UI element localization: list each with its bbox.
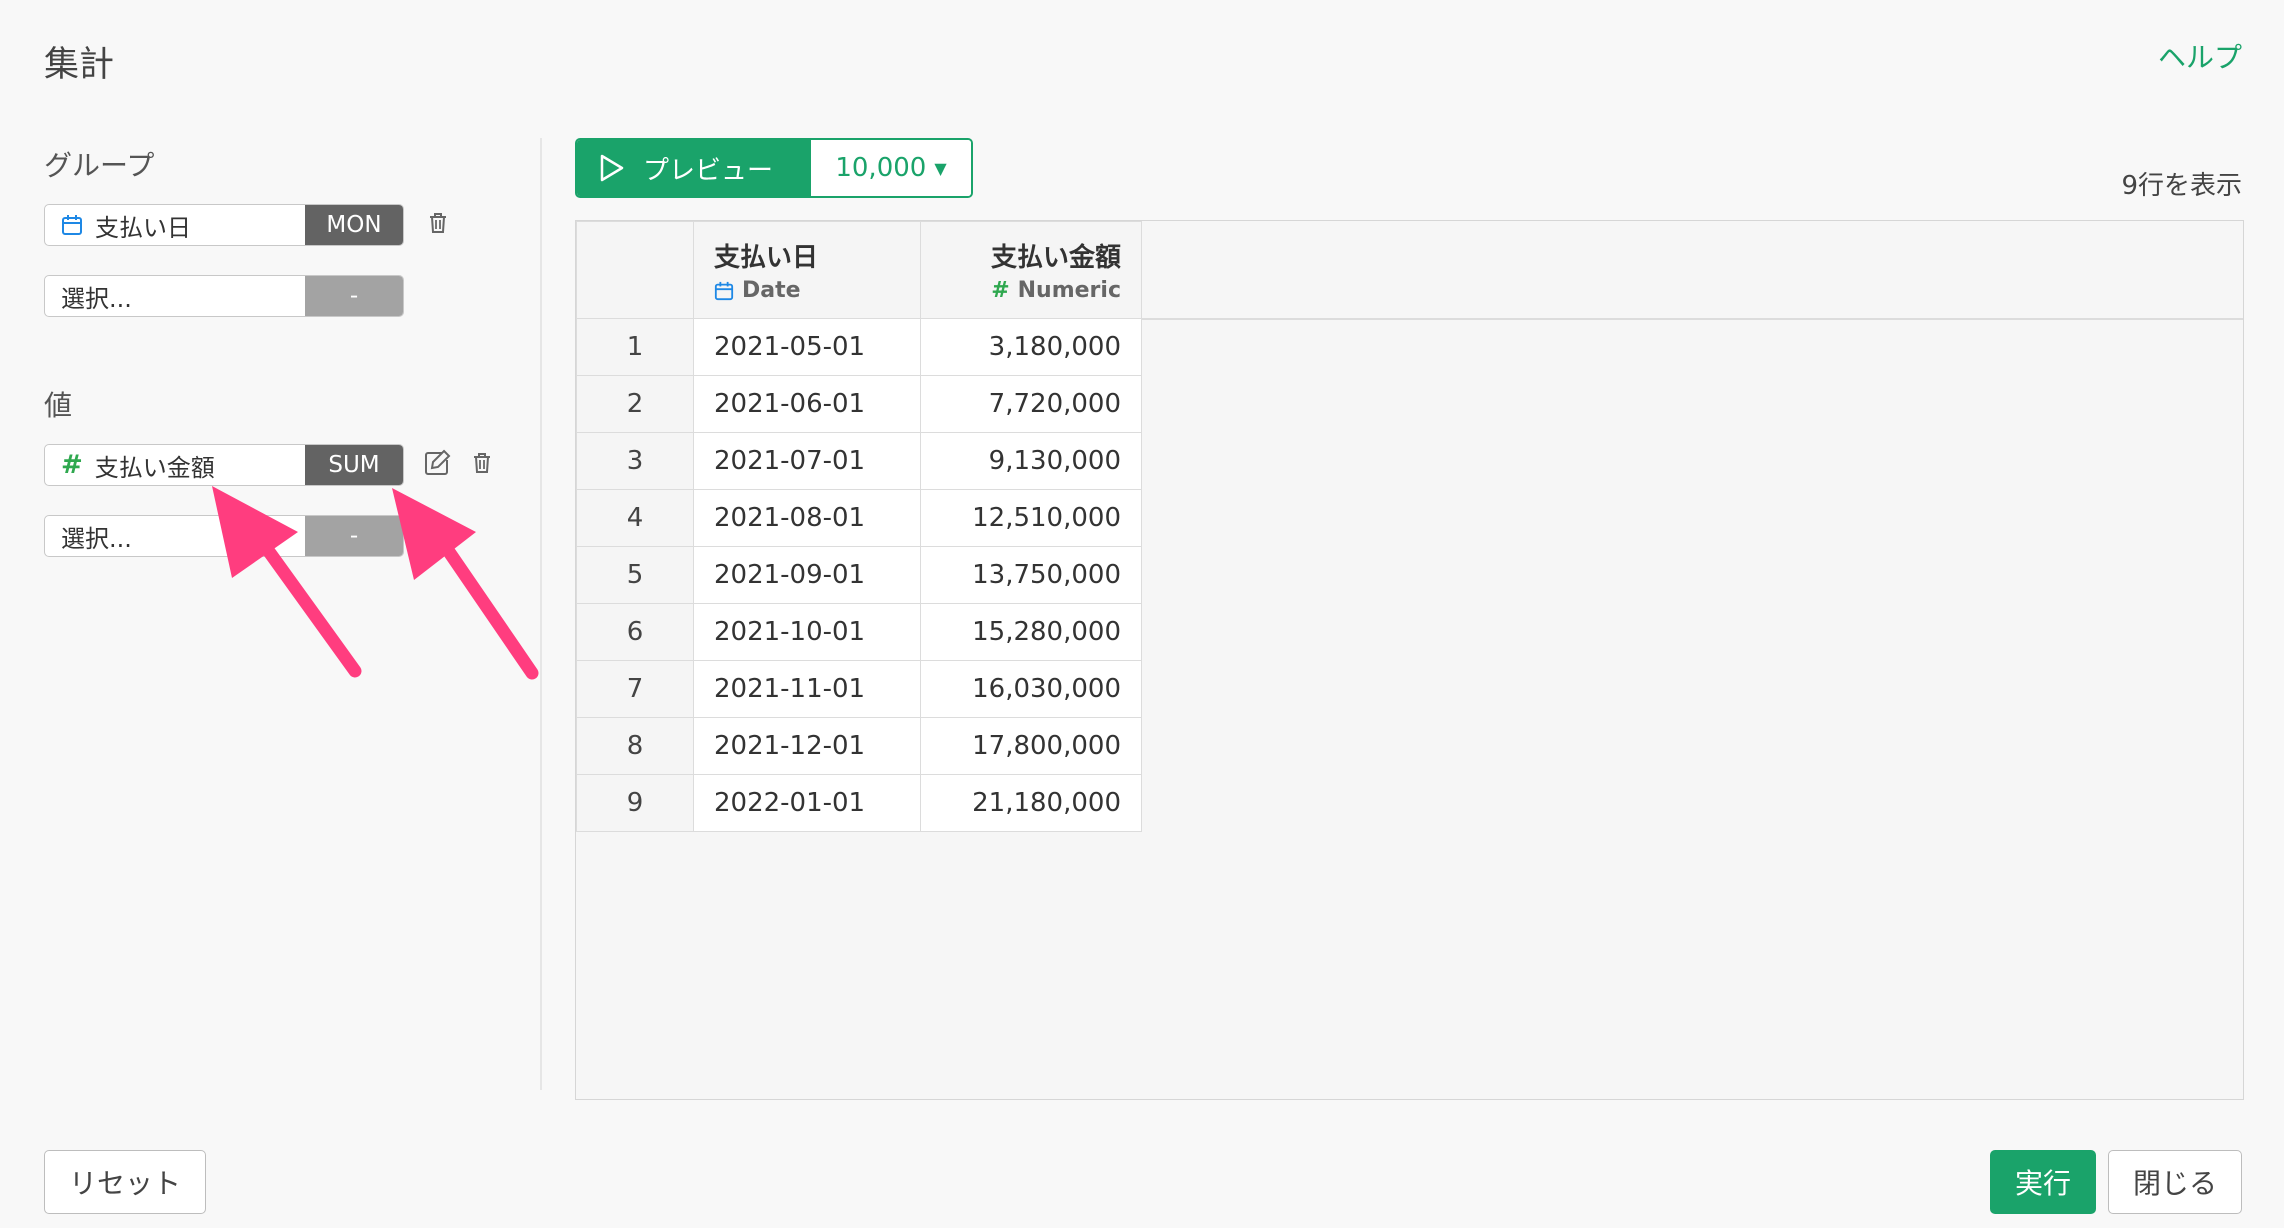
table-row: 2 2021-06-01 7,720,000: [576, 375, 1142, 433]
row-index: 1: [576, 318, 694, 376]
group-field-selector[interactable]: 支払い日 MON: [44, 204, 404, 246]
column-type: Date: [714, 278, 900, 303]
preview-button[interactable]: プレビュー: [577, 140, 811, 196]
group-section-label: グループ: [44, 149, 155, 182]
amount-cell: 13,750,000: [920, 546, 1142, 604]
panel-divider: [540, 138, 542, 1090]
annotation-arrow-field: [212, 486, 362, 678]
preview-rows-dropdown[interactable]: 10,000 ▼: [811, 140, 971, 196]
header-divider: [1024, 318, 2243, 320]
row-index: 8: [576, 717, 694, 775]
annotation-arrow-aggregation: [392, 488, 539, 680]
preview-rows-value: 10,000: [835, 153, 927, 183]
column-header-payment-amount[interactable]: 支払い金額 # Numeric: [920, 221, 1142, 319]
table-row: 3 2021-07-01 9,130,000: [576, 432, 1142, 490]
amount-cell: 16,030,000: [920, 660, 1142, 718]
preview-label: プレビュー: [643, 155, 774, 186]
column-header-payment-date[interactable]: 支払い日 Date: [693, 221, 921, 319]
value-select-placeholder: 選択...: [61, 524, 132, 553]
table-header-row: 支払い日 Date 支払い金額 # Numeric: [576, 221, 1142, 319]
group-aggregation-button[interactable]: MON: [305, 205, 403, 245]
row-index: 2: [576, 375, 694, 433]
table-row: 4 2021-08-01 12,510,000: [576, 489, 1142, 547]
group-select-placeholder: 選択...: [61, 284, 132, 313]
amount-cell: 21,180,000: [920, 774, 1142, 832]
date-cell: 2021-09-01: [693, 546, 921, 604]
value-section-label: 値: [44, 389, 73, 422]
row-count-label: 9行を表示: [2121, 171, 2242, 201]
preview-data-grid: 支払い日 Date 支払い金額 # Numeric 1 2021-05-01 3,1…: [575, 220, 2244, 1100]
play-icon: [600, 154, 624, 182]
amount-cell: 17,800,000: [920, 717, 1142, 775]
table-row: 9 2022-01-01 21,180,000: [576, 774, 1142, 832]
group-field-name: 支払い日: [95, 213, 191, 242]
row-index: 5: [576, 546, 694, 604]
group-add-aggregation-button[interactable]: -: [305, 276, 403, 316]
value-field-name: 支払い金額: [94, 453, 215, 482]
column-name: 支払い金額: [990, 243, 1121, 273]
date-cell: 2021-06-01: [693, 375, 921, 433]
amount-cell: 7,720,000: [920, 375, 1142, 433]
table-row: 8 2021-12-01 17,800,000: [576, 717, 1142, 775]
trash-icon[interactable]: [423, 208, 453, 238]
hash-icon: #: [991, 278, 1010, 303]
dialog-title: 集計: [44, 45, 115, 85]
amount-cell: 3,180,000: [920, 318, 1142, 376]
group-add-selector[interactable]: 選択... -: [44, 275, 404, 317]
row-index: 6: [576, 603, 694, 661]
value-field-selector[interactable]: # 支払い金額 SUM: [44, 444, 404, 486]
calendar-icon: [62, 215, 82, 235]
table-row: 1 2021-05-01 3,180,000: [576, 318, 1142, 376]
edit-icon[interactable]: [422, 448, 452, 478]
date-cell: 2021-08-01: [693, 489, 921, 547]
row-index: 4: [576, 489, 694, 547]
preview-table: 支払い日 Date 支払い金額 # Numeric 1 2021-05-01 3,1…: [576, 221, 1142, 832]
close-button[interactable]: 閉じる: [2108, 1150, 2242, 1214]
table-row: 6 2021-10-01 15,280,000: [576, 603, 1142, 661]
date-cell: 2021-11-01: [693, 660, 921, 718]
column-type-label: Numeric: [1017, 278, 1121, 303]
table-row: 7 2021-11-01 16,030,000: [576, 660, 1142, 718]
amount-cell: 9,130,000: [920, 432, 1142, 490]
value-aggregation-button[interactable]: SUM: [305, 445, 403, 485]
row-index: 7: [576, 660, 694, 718]
calendar-icon: [714, 281, 734, 300]
run-button[interactable]: 実行: [1990, 1150, 2096, 1214]
column-type-label: Date: [742, 278, 801, 303]
date-cell: 2022-01-01: [693, 774, 921, 832]
date-cell: 2021-07-01: [693, 432, 921, 490]
row-index-header: [576, 221, 694, 319]
date-cell: 2021-05-01: [693, 318, 921, 376]
row-index: 9: [576, 774, 694, 832]
column-type: # Numeric: [941, 278, 1121, 303]
preview-control-group: プレビュー 10,000 ▼: [575, 138, 973, 198]
amount-cell: 15,280,000: [920, 603, 1142, 661]
table-row: 5 2021-09-01 13,750,000: [576, 546, 1142, 604]
date-cell: 2021-10-01: [693, 603, 921, 661]
date-cell: 2021-12-01: [693, 717, 921, 775]
value-add-aggregation-button[interactable]: -: [305, 516, 403, 556]
trash-icon[interactable]: [467, 448, 497, 478]
value-add-selector[interactable]: 選択... -: [44, 515, 404, 557]
amount-cell: 12,510,000: [920, 489, 1142, 547]
hash-icon: #: [61, 450, 83, 480]
reset-button[interactable]: リセット: [44, 1150, 206, 1214]
column-name: 支払い日: [714, 243, 819, 273]
row-index: 3: [576, 432, 694, 490]
caret-down-icon: ▼: [934, 158, 947, 178]
help-link[interactable]: ヘルプ: [2158, 36, 2242, 76]
